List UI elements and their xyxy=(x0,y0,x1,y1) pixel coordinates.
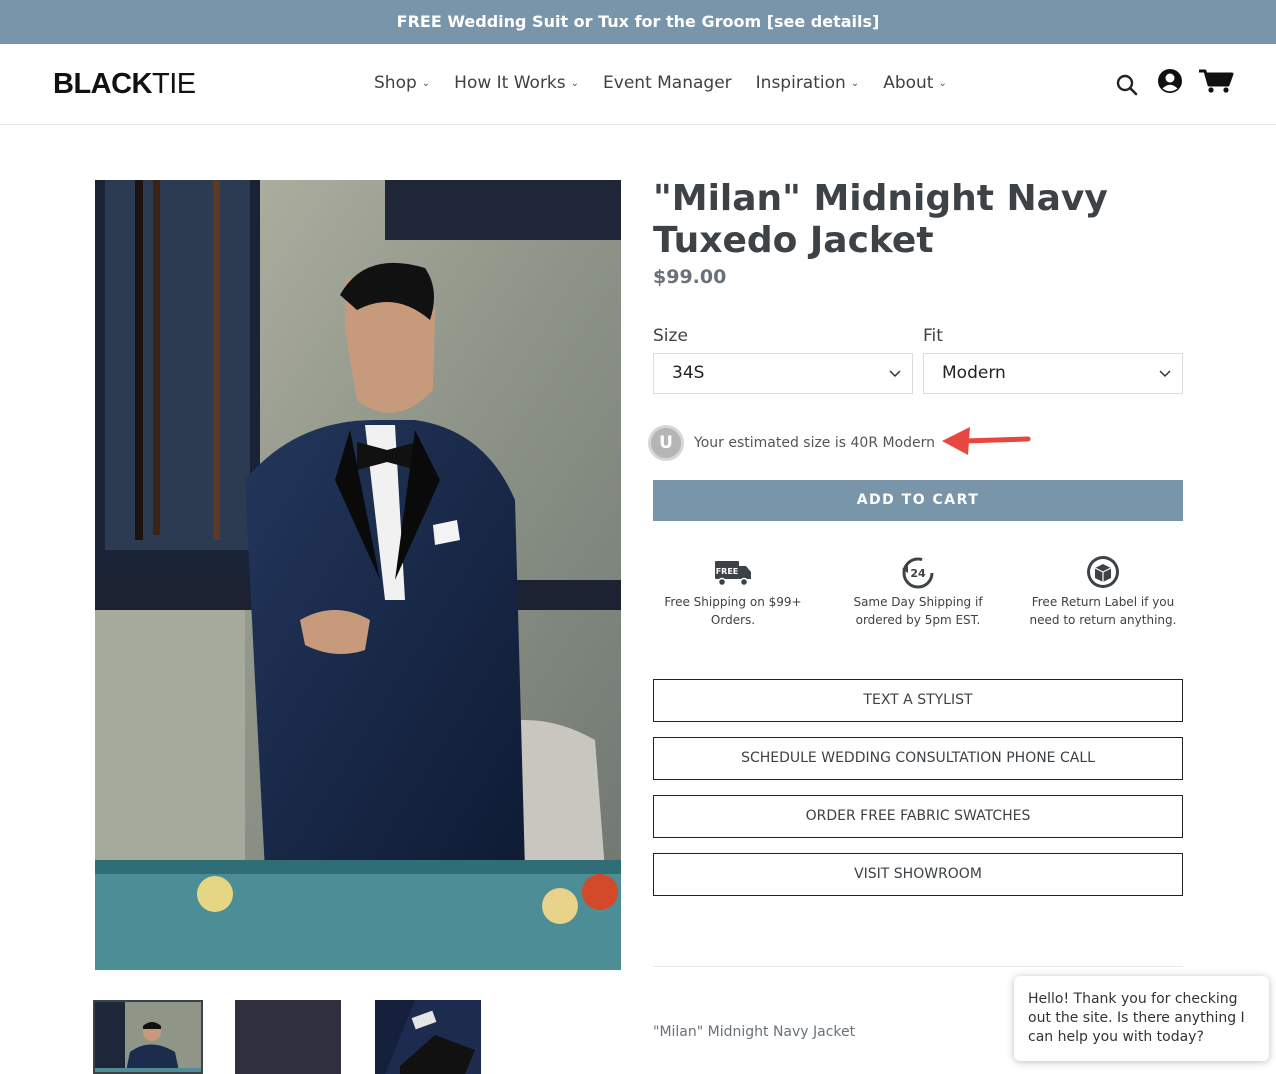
chevron-down-icon: ⌄ xyxy=(570,77,580,89)
perk-free-shipping: FREE Free Shipping on $99+ Orders. xyxy=(648,555,818,629)
product-title: "Milan" Midnight Navy Tuxedo Jacket xyxy=(653,178,1108,261)
size-select[interactable]: 34S xyxy=(653,353,913,394)
chevron-down-icon: ⌄ xyxy=(421,77,431,89)
size-estimator-badge[interactable]: U xyxy=(648,425,684,461)
size-selected-value: 34S xyxy=(672,363,705,383)
free-truck-icon: FREE xyxy=(715,561,751,587)
site-header: BLACKTIE Shop ⌄ How It Works ⌄ Event Man… xyxy=(0,44,1276,125)
24-hour-icon: 24 xyxy=(902,557,934,589)
size-estimate[interactable]: U Your estimated size is 40R Modern xyxy=(648,425,935,461)
nav-label: How It Works xyxy=(454,73,566,93)
nav-item-how-it-works[interactable]: How It Works ⌄ xyxy=(454,73,579,93)
site-logo[interactable]: BLACKTIE xyxy=(53,68,196,101)
perk-text: Free Return Label if you need to return … xyxy=(1029,595,1177,627)
product-thumbnail[interactable] xyxy=(235,1000,341,1074)
chevron-down-icon xyxy=(888,354,902,393)
chevron-down-icon: ⌄ xyxy=(938,77,947,89)
text-a-stylist-button[interactable]: TEXT A STYLIST xyxy=(653,679,1183,722)
chat-popup[interactable]: Hello! Thank you for checking out the si… xyxy=(1014,976,1269,1061)
product-price: $99.00 xyxy=(653,266,727,288)
schedule-consultation-button[interactable]: SCHEDULE WEDDING CONSULTATION PHONE CALL xyxy=(653,737,1183,780)
section-divider xyxy=(653,966,1183,967)
fit-select[interactable]: Modern xyxy=(923,353,1183,394)
fit-selected-value: Modern xyxy=(942,363,1006,383)
size-label: Size xyxy=(653,326,688,346)
main-nav: Shop ⌄ How It Works ⌄ Event Manager Insp… xyxy=(374,73,971,93)
red-arrow-icon xyxy=(942,427,1031,455)
announcement-bar[interactable]: FREE Wedding Suit or Tux for the Groom [… xyxy=(0,0,1276,44)
order-swatches-button[interactable]: ORDER FREE FABRIC SWATCHES xyxy=(653,795,1183,838)
24-icon-label: 24 xyxy=(910,567,926,580)
announcement-text[interactable]: FREE Wedding Suit or Tux for the Groom [… xyxy=(397,12,880,31)
return-box-icon xyxy=(1087,556,1119,588)
product-thumbnail[interactable] xyxy=(375,1000,481,1074)
nav-item-inspiration[interactable]: Inspiration ⌄ xyxy=(756,73,860,93)
truck-icon-label: FREE xyxy=(716,567,739,576)
logo-bold-text: BLACK xyxy=(53,68,153,100)
nav-label: Shop xyxy=(374,73,417,93)
nav-item-event-manager[interactable]: Event Manager xyxy=(603,73,732,93)
nav-label: Inspiration xyxy=(755,73,846,93)
perk-text: Free Shipping on $99+ Orders. xyxy=(664,595,802,627)
visit-showroom-button[interactable]: VISIT SHOWROOM xyxy=(653,853,1183,896)
chevron-down-icon xyxy=(1158,354,1172,393)
search-icon[interactable] xyxy=(1116,74,1138,100)
nav-item-shop[interactable]: Shop ⌄ xyxy=(374,73,430,93)
perk-free-return: Free Return Label if you need to return … xyxy=(1018,555,1188,629)
product-main-image[interactable] xyxy=(95,180,621,970)
add-to-cart-button[interactable]: ADD TO CART xyxy=(653,480,1183,521)
product-description: "Milan" Midnight Navy Jacket xyxy=(653,1024,856,1040)
perk-same-day-shipping: 24 Same Day Shipping if ordered by 5pm E… xyxy=(833,555,1003,629)
nav-label: About xyxy=(883,73,934,93)
chat-message: Hello! Thank you for checking out the si… xyxy=(1028,991,1245,1045)
product-thumbnail[interactable] xyxy=(93,1000,203,1074)
account-icon[interactable] xyxy=(1157,68,1183,98)
chevron-down-icon: ⌄ xyxy=(850,77,860,89)
perk-text: Same Day Shipping if ordered by 5pm EST. xyxy=(853,595,983,627)
nav-item-about[interactable]: About ⌄ xyxy=(883,73,947,93)
fit-label: Fit xyxy=(923,326,943,346)
nav-label: Event Manager xyxy=(603,73,732,93)
estimate-text: Your estimated size is 40R Modern xyxy=(694,435,936,451)
logo-light-text: TIE xyxy=(152,68,196,100)
cart-icon[interactable] xyxy=(1198,68,1234,98)
